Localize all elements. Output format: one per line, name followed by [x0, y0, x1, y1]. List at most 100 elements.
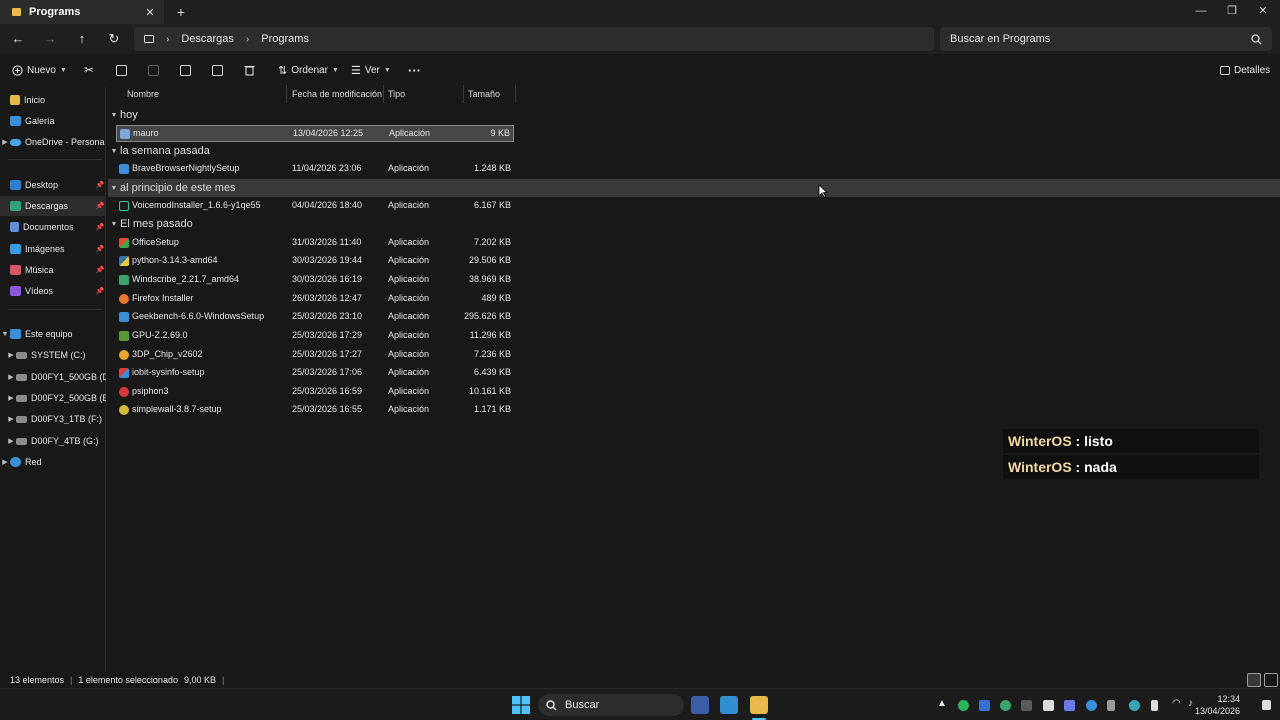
sidebar-item-drive-e[interactable]: ▶ D00FY2_500GB (E:: [0, 388, 106, 408]
search-input[interactable]: Buscar en Programs: [950, 33, 1251, 45]
microphone-icon[interactable]: [1151, 700, 1158, 711]
forward-button[interactable]: →: [39, 29, 61, 49]
pin-icon[interactable]: 📌: [94, 266, 106, 274]
file-row[interactable]: mauro 13/04/2026 12:25 Aplicación 9 KB: [116, 125, 514, 142]
tray-app-icon[interactable]: [979, 700, 990, 711]
chevron-right-icon[interactable]: ▶: [6, 351, 16, 359]
sidebar-item-drive-d[interactable]: ▶ D00FY1_500GB (D: [0, 367, 106, 387]
column-header-date[interactable]: Fecha de modificación: [288, 85, 384, 103]
group-header-principio-mes[interactable]: ▼ al principio de este mes: [108, 179, 1280, 197]
paste-button[interactable]: [148, 60, 159, 80]
column-header-type[interactable]: Tipo: [384, 85, 464, 103]
breadcrumb-descargas[interactable]: Descargas: [181, 33, 234, 45]
file-row[interactable]: 3DP_Chip_v2602 25/03/2026 17:27 Aplicaci…: [116, 347, 514, 364]
sidebar-item-drive-c[interactable]: ▶ SYSTEM (C:): [0, 345, 106, 365]
more-options-button[interactable]: ···: [408, 60, 421, 80]
taskbar-app-icon[interactable]: [691, 696, 709, 714]
chevron-right-icon[interactable]: ▶: [6, 394, 16, 402]
tray-app-icon[interactable]: [1086, 700, 1097, 711]
sidebar-item-onedrive[interactable]: ▶ OneDrive - Persona: [0, 132, 106, 152]
new-tab-button[interactable]: +: [172, 3, 190, 21]
tab-close-icon[interactable]: ✕: [142, 6, 158, 19]
file-row[interactable]: Windscribe_2.21.7_amd64 30/03/2026 16:19…: [116, 272, 514, 289]
search-box[interactable]: Buscar en Programs: [940, 27, 1272, 51]
rename-button[interactable]: [180, 60, 191, 80]
copy-button[interactable]: [116, 60, 127, 80]
group-header-mes-pasado[interactable]: ▼ El mes pasado: [108, 215, 193, 233]
new-button[interactable]: Nuevo ▼: [12, 60, 67, 80]
pin-icon[interactable]: 📌: [94, 202, 106, 210]
file-row[interactable]: OfficeSetup 31/03/2026 11:40 Aplicación …: [116, 235, 514, 252]
close-button[interactable]: ✕: [1248, 0, 1278, 24]
sidebar-item-drive-f[interactable]: ▶ D00FY3_1TB (F:): [0, 409, 106, 429]
discord-icon[interactable]: [1064, 700, 1075, 711]
column-header-size[interactable]: Tamaño: [464, 85, 516, 103]
windows-start-icon[interactable]: [512, 696, 530, 714]
whatsapp-icon[interactable]: [958, 700, 969, 711]
file-row[interactable]: Firefox Installer 26/03/2026 12:47 Aplic…: [116, 291, 514, 308]
sidebar-item-galeria[interactable]: Galería: [0, 111, 106, 131]
back-button[interactable]: ←: [7, 29, 29, 49]
cut-button[interactable]: ✂: [84, 60, 94, 80]
file-row[interactable]: python-3.14.3-amd64 30/03/2026 19:44 Apl…: [116, 253, 514, 270]
file-explorer-icon[interactable]: [750, 696, 768, 714]
wifi-icon[interactable]: ◠: [1172, 698, 1183, 709]
file-row[interactable]: iobit-sysinfo-setup 25/03/2026 17:06 Apl…: [116, 365, 514, 382]
details-button[interactable]: Detalles: [1220, 60, 1270, 80]
chevron-right-icon[interactable]: ›: [162, 34, 173, 45]
file-row[interactable]: BraveBrowserNightlySetup 11/04/2026 23:0…: [116, 161, 514, 178]
group-header-hoy[interactable]: ▼ hoy: [108, 106, 138, 124]
maximize-button[interactable]: ❐: [1217, 0, 1247, 24]
delete-button[interactable]: [244, 60, 255, 80]
sidebar-item-red[interactable]: ▶ Red: [0, 452, 106, 472]
chevron-right-icon[interactable]: ▶: [0, 138, 10, 146]
taskbar-app-icon[interactable]: [720, 696, 738, 714]
sidebar-item-descargas[interactable]: Descargas 📌: [0, 196, 106, 216]
view-button[interactable]: ☰ Ver ▼: [351, 60, 391, 80]
sidebar-item-este-equipo[interactable]: ▼ Este equipo: [0, 324, 106, 344]
group-header-semana-pasada[interactable]: ▼ la semana pasada: [108, 142, 210, 160]
file-row[interactable]: Geekbench-6.6.0-WindowsSetup 25/03/2026 …: [116, 309, 514, 326]
telegram-icon[interactable]: [1043, 700, 1054, 711]
column-header-name[interactable]: Nombre: [123, 85, 287, 103]
file-row[interactable]: GPU-Z.2.69.0 25/03/2026 17:29 Aplicación…: [116, 328, 514, 345]
share-button[interactable]: [212, 60, 223, 80]
usb-icon[interactable]: [1107, 700, 1115, 711]
sidebar-item-documentos[interactable]: Documentos 📌: [0, 217, 106, 237]
taskbar-search[interactable]: Buscar: [538, 694, 684, 716]
chevron-up-icon[interactable]: ▲: [937, 698, 948, 709]
sidebar-item-videos[interactable]: Vídeos 📌: [0, 281, 106, 301]
sidebar-item-desktop[interactable]: Desktop 📌: [0, 175, 106, 195]
tray-app-icon[interactable]: [1021, 700, 1032, 711]
tab-programs[interactable]: Programs ✕: [0, 0, 164, 24]
pin-icon[interactable]: 📌: [94, 181, 106, 189]
pin-icon[interactable]: 📌: [94, 245, 106, 253]
file-row[interactable]: simplewall-3.8.7-setup 25/03/2026 16:55 …: [116, 402, 514, 419]
file-row[interactable]: VoicemodInstaller_1.6.6-y1qe55 04/04/202…: [116, 198, 514, 215]
pin-icon[interactable]: 📌: [94, 223, 106, 231]
tiles-view-icon[interactable]: [1264, 673, 1278, 687]
chevron-down-icon[interactable]: ▼: [0, 331, 10, 338]
address-bar[interactable]: › Descargas › Programs: [134, 27, 934, 51]
chevron-right-icon[interactable]: ▶: [6, 373, 16, 381]
file-row[interactable]: psiphon3 25/03/2026 16:59 Aplicación 10.…: [116, 384, 514, 401]
breadcrumb-programs[interactable]: Programs: [261, 33, 309, 45]
refresh-button[interactable]: ↻: [103, 29, 125, 49]
taskbar-clock[interactable]: 12:34 13/04/2026: [1195, 693, 1240, 717]
sort-button[interactable]: ⇅ Ordenar ▼: [278, 60, 339, 80]
pin-icon[interactable]: 📌: [94, 287, 106, 295]
sidebar-item-drive-g[interactable]: ▶ D00FY_4TB (G:): [0, 431, 106, 451]
minimize-button[interactable]: —: [1186, 0, 1216, 24]
chevron-right-icon[interactable]: ▶: [6, 415, 16, 423]
chevron-right-icon[interactable]: ▶: [0, 458, 10, 466]
tray-app-icon[interactable]: [1000, 700, 1011, 711]
sidebar-item-inicio[interactable]: Inicio: [0, 90, 106, 110]
tray-app-icon[interactable]: [1129, 700, 1140, 711]
notification-icon[interactable]: [1262, 700, 1271, 710]
sidebar-item-musica[interactable]: Música 📌: [0, 260, 106, 280]
details-view-icon[interactable]: [1247, 673, 1261, 687]
up-button[interactable]: ↑: [71, 29, 93, 49]
chevron-right-icon[interactable]: ▶: [6, 437, 16, 445]
chevron-right-icon[interactable]: ›: [242, 34, 253, 45]
sidebar-item-imagenes[interactable]: Imágenes 📌: [0, 239, 106, 259]
